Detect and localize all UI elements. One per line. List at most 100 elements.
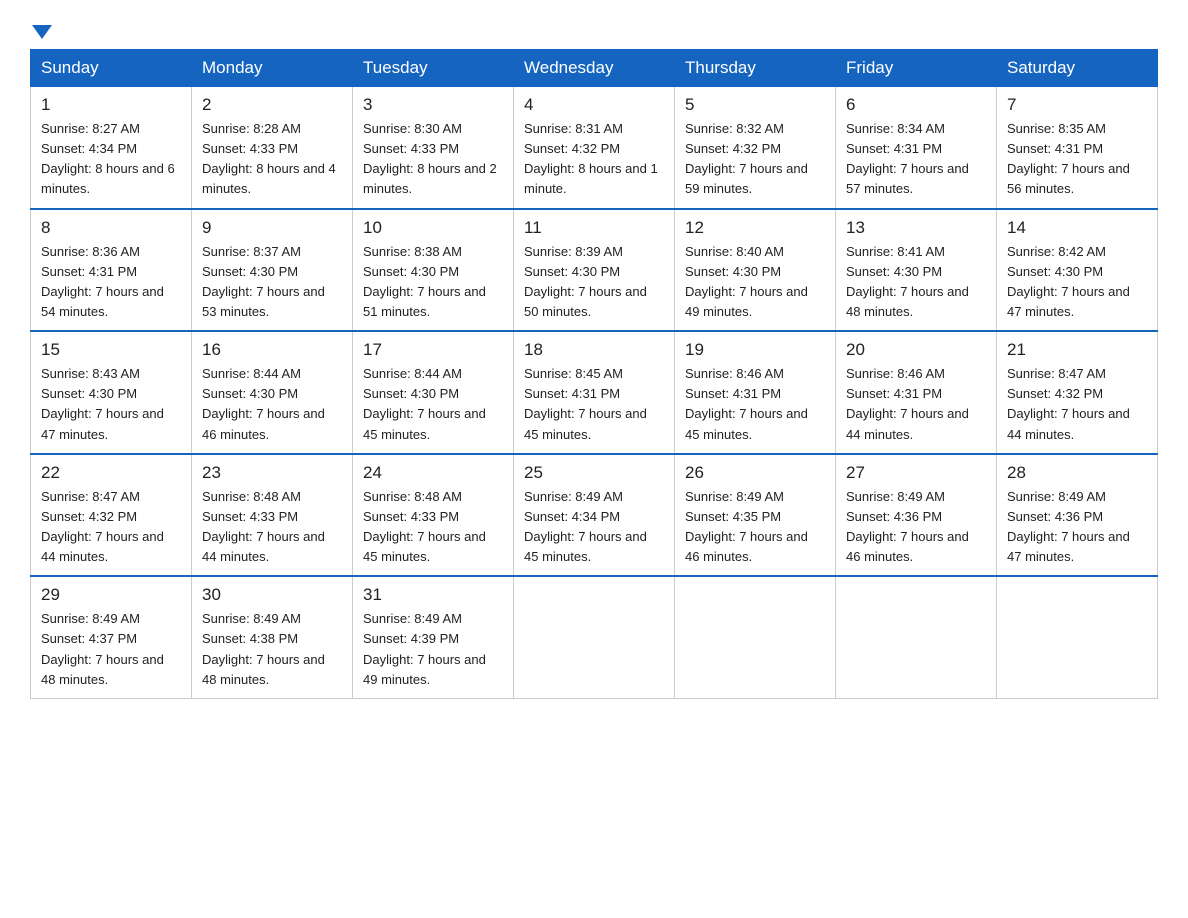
calendar-cell: 6 Sunrise: 8:34 AMSunset: 4:31 PMDayligh… [836,87,997,209]
day-info: Sunrise: 8:32 AMSunset: 4:32 PMDaylight:… [685,121,808,196]
day-info: Sunrise: 8:37 AMSunset: 4:30 PMDaylight:… [202,244,325,319]
calendar-cell: 4 Sunrise: 8:31 AMSunset: 4:32 PMDayligh… [514,87,675,209]
calendar-cell: 13 Sunrise: 8:41 AMSunset: 4:30 PMDaylig… [836,209,997,332]
day-number: 28 [1007,463,1147,483]
day-number: 15 [41,340,181,360]
header-wednesday: Wednesday [514,50,675,87]
calendar-cell: 27 Sunrise: 8:49 AMSunset: 4:36 PMDaylig… [836,454,997,577]
day-number: 30 [202,585,342,605]
day-info: Sunrise: 8:46 AMSunset: 4:31 PMDaylight:… [685,366,808,441]
calendar-cell [836,576,997,698]
calendar-cell [675,576,836,698]
day-number: 2 [202,95,342,115]
calendar-cell: 20 Sunrise: 8:46 AMSunset: 4:31 PMDaylig… [836,331,997,454]
day-number: 16 [202,340,342,360]
day-info: Sunrise: 8:27 AMSunset: 4:34 PMDaylight:… [41,121,175,196]
calendar-cell: 17 Sunrise: 8:44 AMSunset: 4:30 PMDaylig… [353,331,514,454]
calendar-week-3: 15 Sunrise: 8:43 AMSunset: 4:30 PMDaylig… [31,331,1158,454]
day-number: 25 [524,463,664,483]
day-number: 20 [846,340,986,360]
calendar-cell [514,576,675,698]
day-number: 8 [41,218,181,238]
calendar-table: SundayMondayTuesdayWednesdayThursdayFrid… [30,49,1158,699]
day-info: Sunrise: 8:42 AMSunset: 4:30 PMDaylight:… [1007,244,1130,319]
day-number: 19 [685,340,825,360]
calendar-cell: 7 Sunrise: 8:35 AMSunset: 4:31 PMDayligh… [997,87,1158,209]
page: SundayMondayTuesdayWednesdayThursdayFrid… [0,0,1188,729]
header-saturday: Saturday [997,50,1158,87]
day-info: Sunrise: 8:48 AMSunset: 4:33 PMDaylight:… [363,489,486,564]
day-info: Sunrise: 8:40 AMSunset: 4:30 PMDaylight:… [685,244,808,319]
calendar-cell: 5 Sunrise: 8:32 AMSunset: 4:32 PMDayligh… [675,87,836,209]
calendar-cell: 30 Sunrise: 8:49 AMSunset: 4:38 PMDaylig… [192,576,353,698]
day-number: 27 [846,463,986,483]
day-number: 7 [1007,95,1147,115]
day-info: Sunrise: 8:45 AMSunset: 4:31 PMDaylight:… [524,366,647,441]
day-info: Sunrise: 8:46 AMSunset: 4:31 PMDaylight:… [846,366,969,441]
day-number: 6 [846,95,986,115]
day-number: 29 [41,585,181,605]
calendar-cell: 16 Sunrise: 8:44 AMSunset: 4:30 PMDaylig… [192,331,353,454]
day-info: Sunrise: 8:41 AMSunset: 4:30 PMDaylight:… [846,244,969,319]
day-info: Sunrise: 8:39 AMSunset: 4:30 PMDaylight:… [524,244,647,319]
header-row [30,20,1158,39]
calendar-cell: 11 Sunrise: 8:39 AMSunset: 4:30 PMDaylig… [514,209,675,332]
day-number: 9 [202,218,342,238]
day-info: Sunrise: 8:47 AMSunset: 4:32 PMDaylight:… [41,489,164,564]
day-number: 4 [524,95,664,115]
day-info: Sunrise: 8:49 AMSunset: 4:34 PMDaylight:… [524,489,647,564]
calendar-cell: 29 Sunrise: 8:49 AMSunset: 4:37 PMDaylig… [31,576,192,698]
day-info: Sunrise: 8:31 AMSunset: 4:32 PMDaylight:… [524,121,658,196]
calendar-cell: 3 Sunrise: 8:30 AMSunset: 4:33 PMDayligh… [353,87,514,209]
day-info: Sunrise: 8:34 AMSunset: 4:31 PMDaylight:… [846,121,969,196]
day-info: Sunrise: 8:49 AMSunset: 4:39 PMDaylight:… [363,611,486,686]
day-info: Sunrise: 8:49 AMSunset: 4:36 PMDaylight:… [846,489,969,564]
header-thursday: Thursday [675,50,836,87]
calendar-cell: 12 Sunrise: 8:40 AMSunset: 4:30 PMDaylig… [675,209,836,332]
day-number: 13 [846,218,986,238]
calendar-cell [997,576,1158,698]
day-number: 12 [685,218,825,238]
day-info: Sunrise: 8:30 AMSunset: 4:33 PMDaylight:… [363,121,497,196]
logo-triangle-icon [32,25,52,39]
calendar-week-1: 1 Sunrise: 8:27 AMSunset: 4:34 PMDayligh… [31,87,1158,209]
calendar-cell: 31 Sunrise: 8:49 AMSunset: 4:39 PMDaylig… [353,576,514,698]
calendar-cell: 2 Sunrise: 8:28 AMSunset: 4:33 PMDayligh… [192,87,353,209]
day-info: Sunrise: 8:49 AMSunset: 4:35 PMDaylight:… [685,489,808,564]
day-info: Sunrise: 8:36 AMSunset: 4:31 PMDaylight:… [41,244,164,319]
day-info: Sunrise: 8:47 AMSunset: 4:32 PMDaylight:… [1007,366,1130,441]
calendar-cell: 15 Sunrise: 8:43 AMSunset: 4:30 PMDaylig… [31,331,192,454]
day-number: 21 [1007,340,1147,360]
day-number: 26 [685,463,825,483]
calendar-week-5: 29 Sunrise: 8:49 AMSunset: 4:37 PMDaylig… [31,576,1158,698]
calendar-cell: 18 Sunrise: 8:45 AMSunset: 4:31 PMDaylig… [514,331,675,454]
day-info: Sunrise: 8:49 AMSunset: 4:36 PMDaylight:… [1007,489,1130,564]
day-info: Sunrise: 8:49 AMSunset: 4:37 PMDaylight:… [41,611,164,686]
day-info: Sunrise: 8:28 AMSunset: 4:33 PMDaylight:… [202,121,336,196]
day-info: Sunrise: 8:44 AMSunset: 4:30 PMDaylight:… [202,366,325,441]
header-friday: Friday [836,50,997,87]
calendar-cell: 10 Sunrise: 8:38 AMSunset: 4:30 PMDaylig… [353,209,514,332]
logo [30,25,52,39]
day-number: 17 [363,340,503,360]
calendar-cell: 19 Sunrise: 8:46 AMSunset: 4:31 PMDaylig… [675,331,836,454]
day-info: Sunrise: 8:38 AMSunset: 4:30 PMDaylight:… [363,244,486,319]
calendar-week-2: 8 Sunrise: 8:36 AMSunset: 4:31 PMDayligh… [31,209,1158,332]
day-number: 3 [363,95,503,115]
day-number: 31 [363,585,503,605]
calendar-cell: 9 Sunrise: 8:37 AMSunset: 4:30 PMDayligh… [192,209,353,332]
header-row-days: SundayMondayTuesdayWednesdayThursdayFrid… [31,50,1158,87]
calendar-cell: 28 Sunrise: 8:49 AMSunset: 4:36 PMDaylig… [997,454,1158,577]
day-info: Sunrise: 8:35 AMSunset: 4:31 PMDaylight:… [1007,121,1130,196]
calendar-cell: 8 Sunrise: 8:36 AMSunset: 4:31 PMDayligh… [31,209,192,332]
day-number: 22 [41,463,181,483]
day-number: 18 [524,340,664,360]
header-tuesday: Tuesday [353,50,514,87]
day-info: Sunrise: 8:49 AMSunset: 4:38 PMDaylight:… [202,611,325,686]
day-number: 14 [1007,218,1147,238]
day-info: Sunrise: 8:48 AMSunset: 4:33 PMDaylight:… [202,489,325,564]
calendar-cell: 14 Sunrise: 8:42 AMSunset: 4:30 PMDaylig… [997,209,1158,332]
day-number: 5 [685,95,825,115]
day-number: 1 [41,95,181,115]
day-number: 10 [363,218,503,238]
